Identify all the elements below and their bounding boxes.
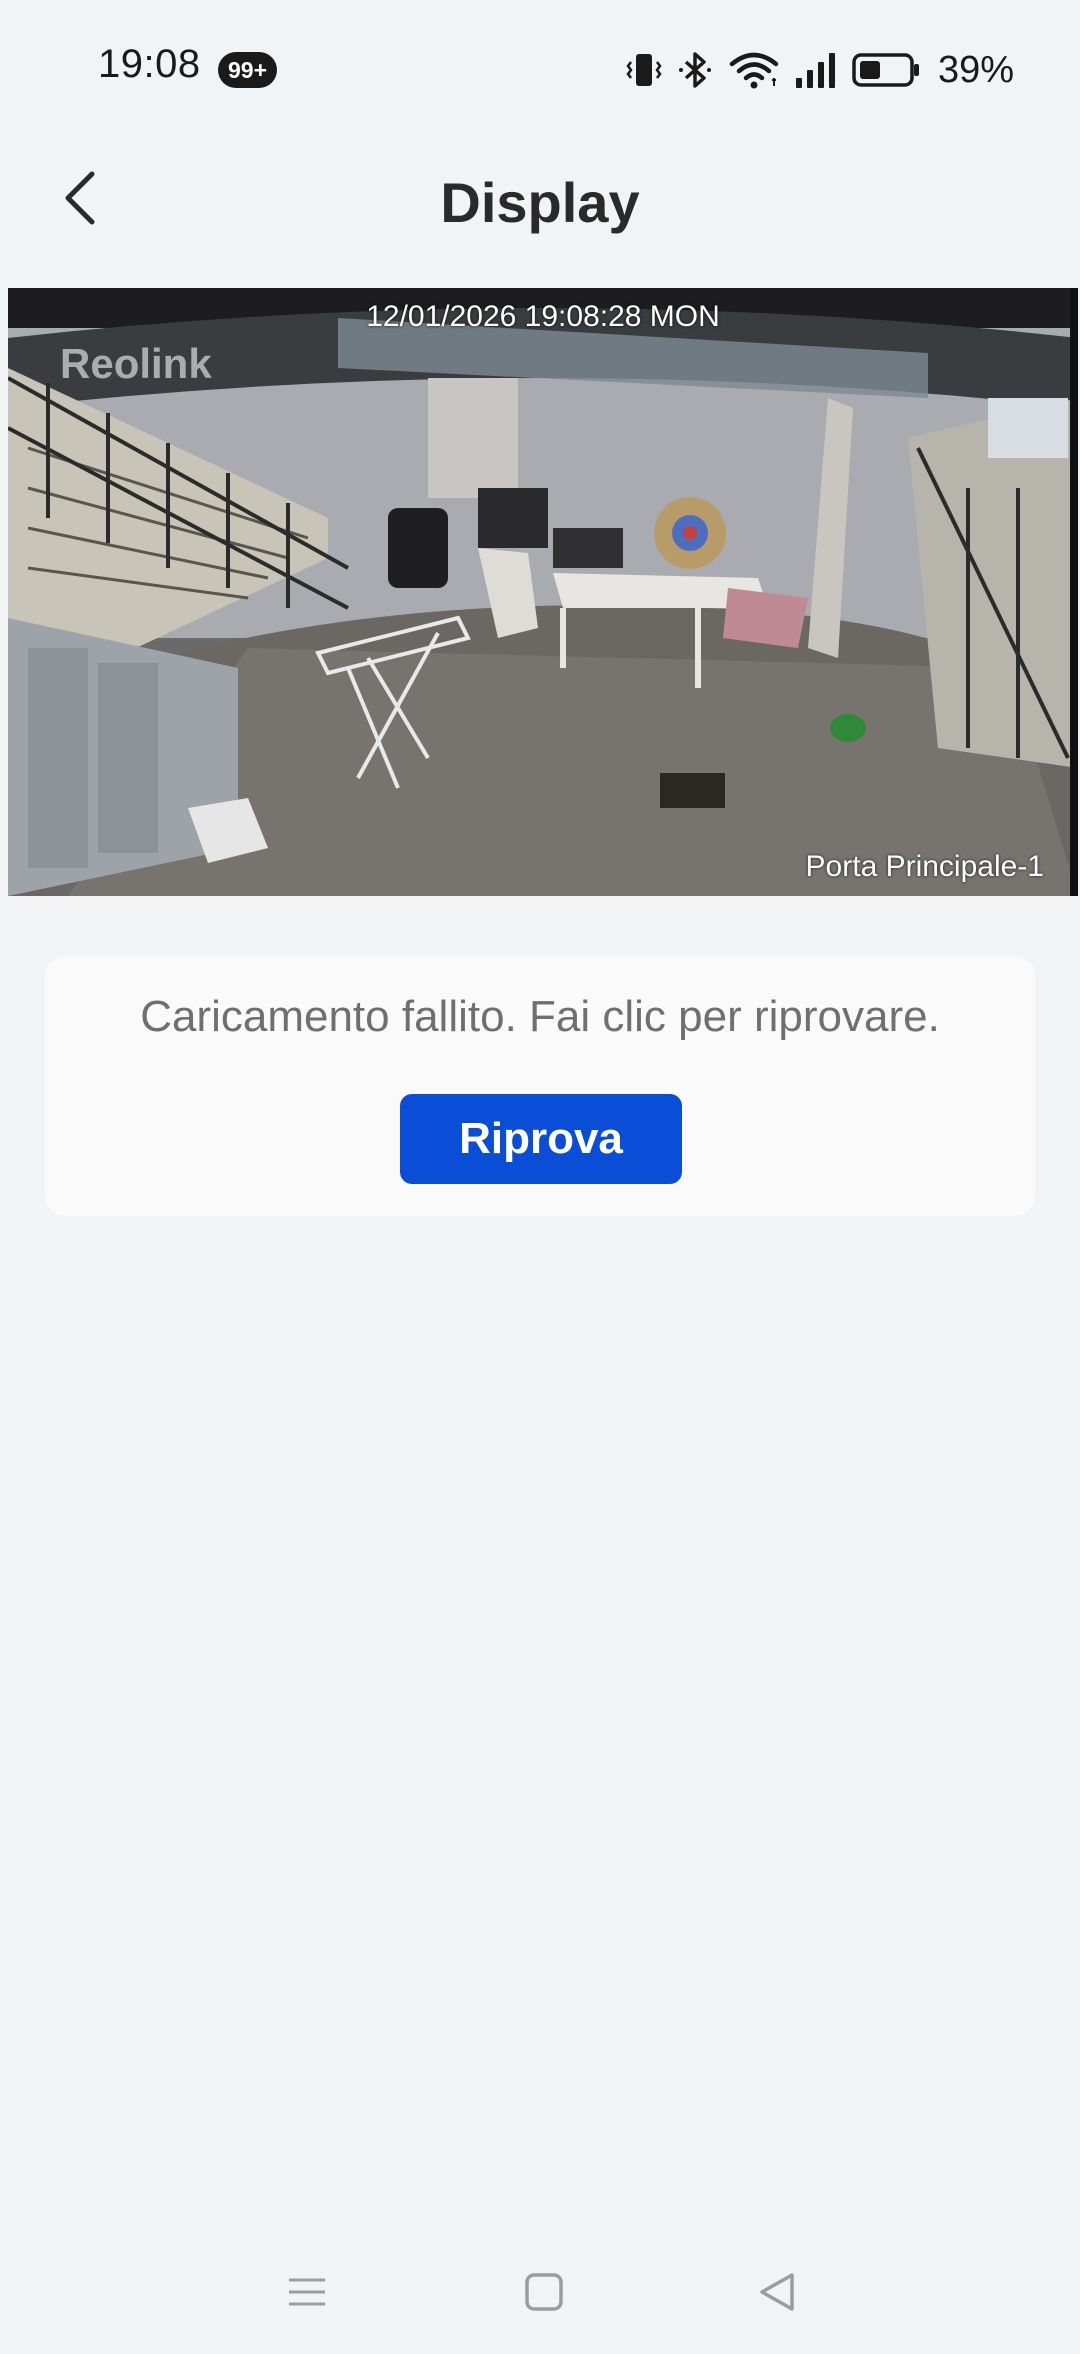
error-message: Caricamento fallito. Fai clic per riprov… (140, 992, 940, 1041)
camera-preview[interactable]: 12/01/2026 19:08:28 MON Reolink Porta Pr… (8, 288, 1078, 896)
signal-icon (794, 50, 838, 90)
status-icons: 39% (624, 46, 1014, 94)
battery-percent: 39% (937, 48, 1014, 91)
notification-badge: 99+ (218, 52, 278, 88)
vibrate-icon (624, 50, 664, 90)
nav-back-button[interactable] (748, 2264, 808, 2324)
page-title: Display (440, 171, 640, 234)
status-time: 19:08 (98, 42, 201, 86)
video-timestamp: 12/01/2026 19:08:28 MON (366, 300, 720, 333)
home-icon (524, 2272, 564, 2317)
status-bar: 19:08 99+ 39% (0, 0, 1080, 140)
watermark-logo: Reolink (60, 340, 212, 387)
wifi-icon (728, 50, 780, 90)
header: Display (0, 140, 1080, 288)
system-nav-bar (0, 2240, 1080, 2340)
error-card: Caricamento fallito. Fai clic per riprov… (45, 956, 1035, 1216)
nav-menu-button[interactable] (277, 2264, 337, 2324)
camera-name: Porta Principale-1 (805, 850, 1044, 883)
bluetooth-icon (678, 50, 714, 90)
menu-icon (287, 2272, 327, 2317)
back-triangle-icon (758, 2272, 798, 2317)
battery-icon (852, 50, 920, 90)
retry-button[interactable]: Riprova (400, 1094, 682, 1184)
nav-home-button[interactable] (514, 2264, 574, 2324)
